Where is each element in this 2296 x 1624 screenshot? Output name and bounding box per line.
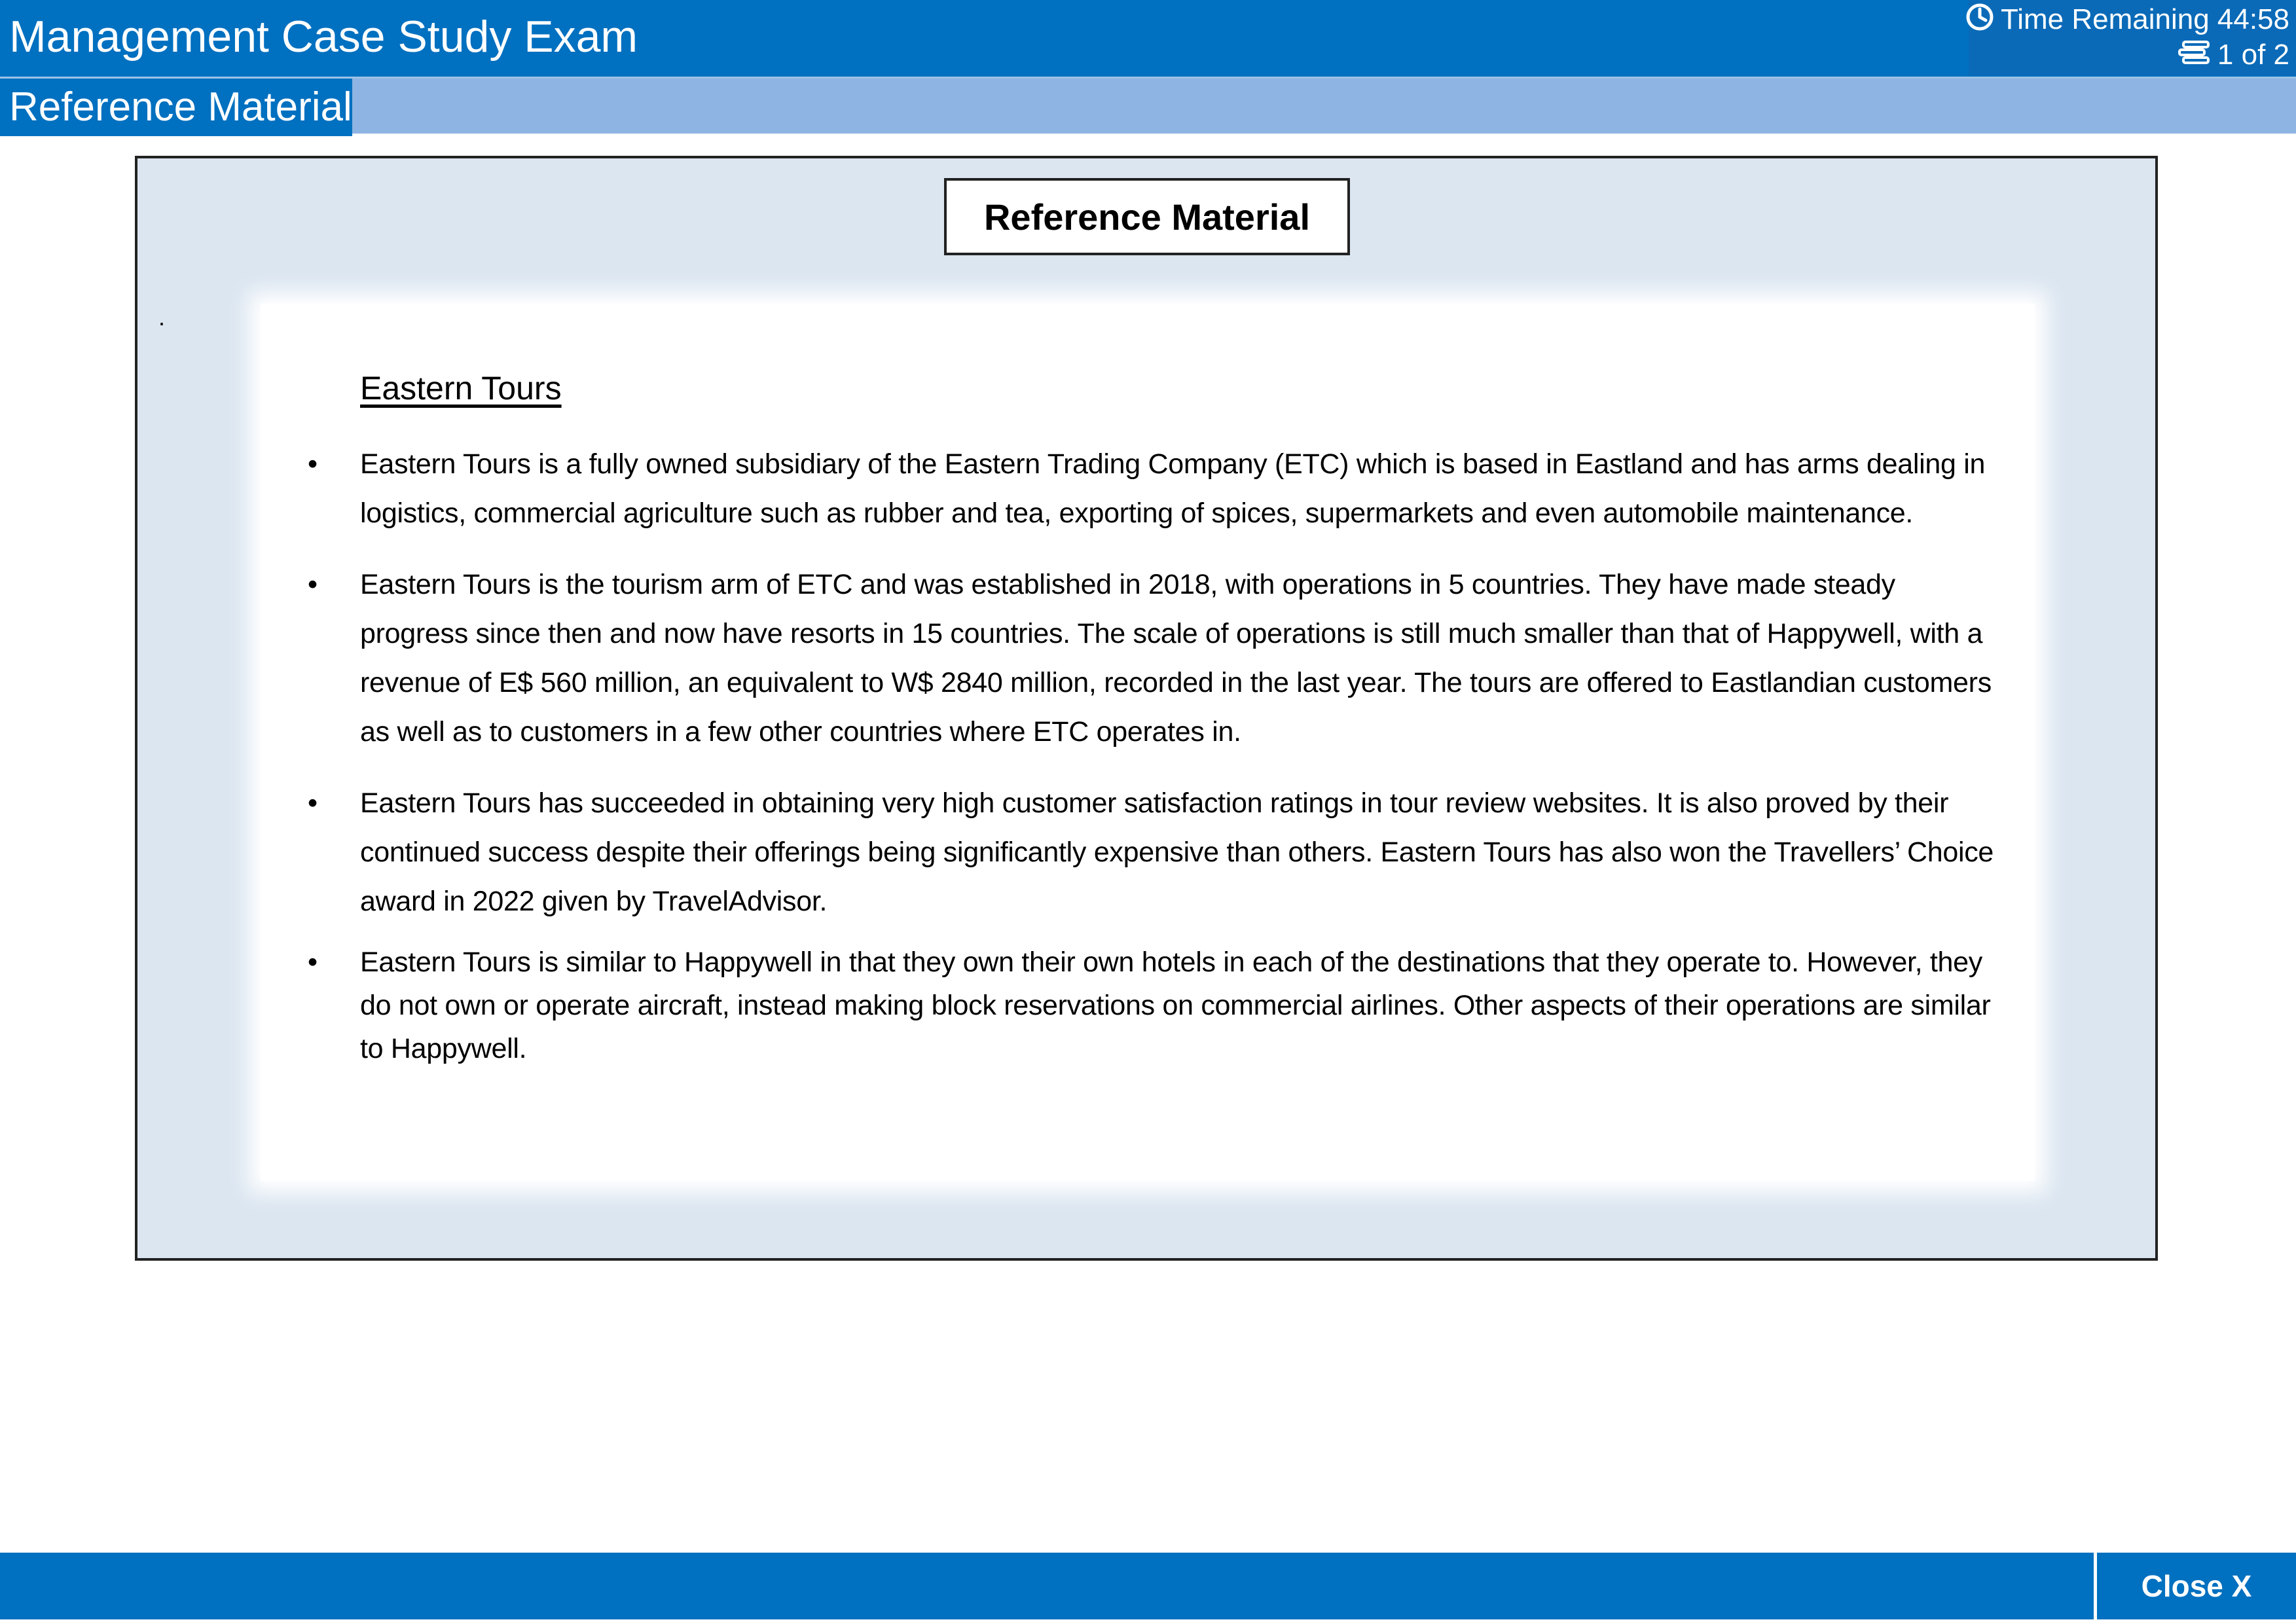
panel-heading-box: Reference Material bbox=[944, 178, 1350, 255]
bullet-marker: • bbox=[308, 787, 318, 819]
clock-icon bbox=[1965, 3, 1994, 37]
page-indicator-label: 1 of 2 bbox=[2217, 39, 2289, 71]
exam-header: Management Case Study Exam Time Remainin… bbox=[0, 0, 2296, 79]
reference-panel: Reference Material . Eastern Tours • Eas… bbox=[135, 156, 2158, 1261]
header-status-area: Time Remaining 44:58 1 of 2 bbox=[1966, 0, 2296, 76]
close-button[interactable]: Close X bbox=[2097, 1553, 2296, 1619]
time-remaining-label: Time Remaining 44:58 bbox=[2000, 3, 2289, 35]
list-item: • Eastern Tours has succeeded in obtaini… bbox=[308, 779, 2010, 926]
bullet-marker: • bbox=[308, 448, 318, 480]
stack-icon bbox=[2177, 38, 2212, 72]
bullet-marker: • bbox=[308, 947, 318, 978]
bullet-text: Eastern Tours is similar to Happywell in… bbox=[360, 947, 1991, 1064]
time-remaining: Time Remaining 44:58 bbox=[1965, 3, 2289, 37]
panel-heading: Reference Material bbox=[983, 196, 1310, 238]
bullet-list: • Eastern Tours is a fully owned subsidi… bbox=[308, 440, 2010, 1070]
exam-footer: Close X bbox=[0, 1553, 2296, 1619]
tab-reference-material[interactable]: Reference Material bbox=[0, 79, 352, 136]
list-item: • Eastern Tours is similar to Happywell … bbox=[308, 941, 2010, 1070]
section-tab-bar: Reference Material bbox=[0, 79, 2296, 136]
bullet-text: Eastern Tours is a fully owned subsidiar… bbox=[360, 448, 1986, 529]
section-title: Eastern Tours bbox=[360, 370, 562, 406]
bullet-text: Eastern Tours has succeeded in obtaining… bbox=[360, 787, 1994, 917]
stray-mark: . bbox=[158, 304, 166, 331]
page-indicator: 1 of 2 bbox=[2177, 38, 2289, 72]
exam-title: Management Case Study Exam bbox=[9, 12, 638, 62]
list-item: • Eastern Tours is a fully owned subsidi… bbox=[308, 440, 2010, 538]
bullet-text: Eastern Tours is the tourism arm of ETC … bbox=[360, 569, 1992, 748]
footer-bottom-rule bbox=[0, 1619, 2296, 1624]
bullet-marker: • bbox=[308, 569, 318, 600]
list-item: • Eastern Tours is the tourism arm of ET… bbox=[308, 560, 2010, 757]
